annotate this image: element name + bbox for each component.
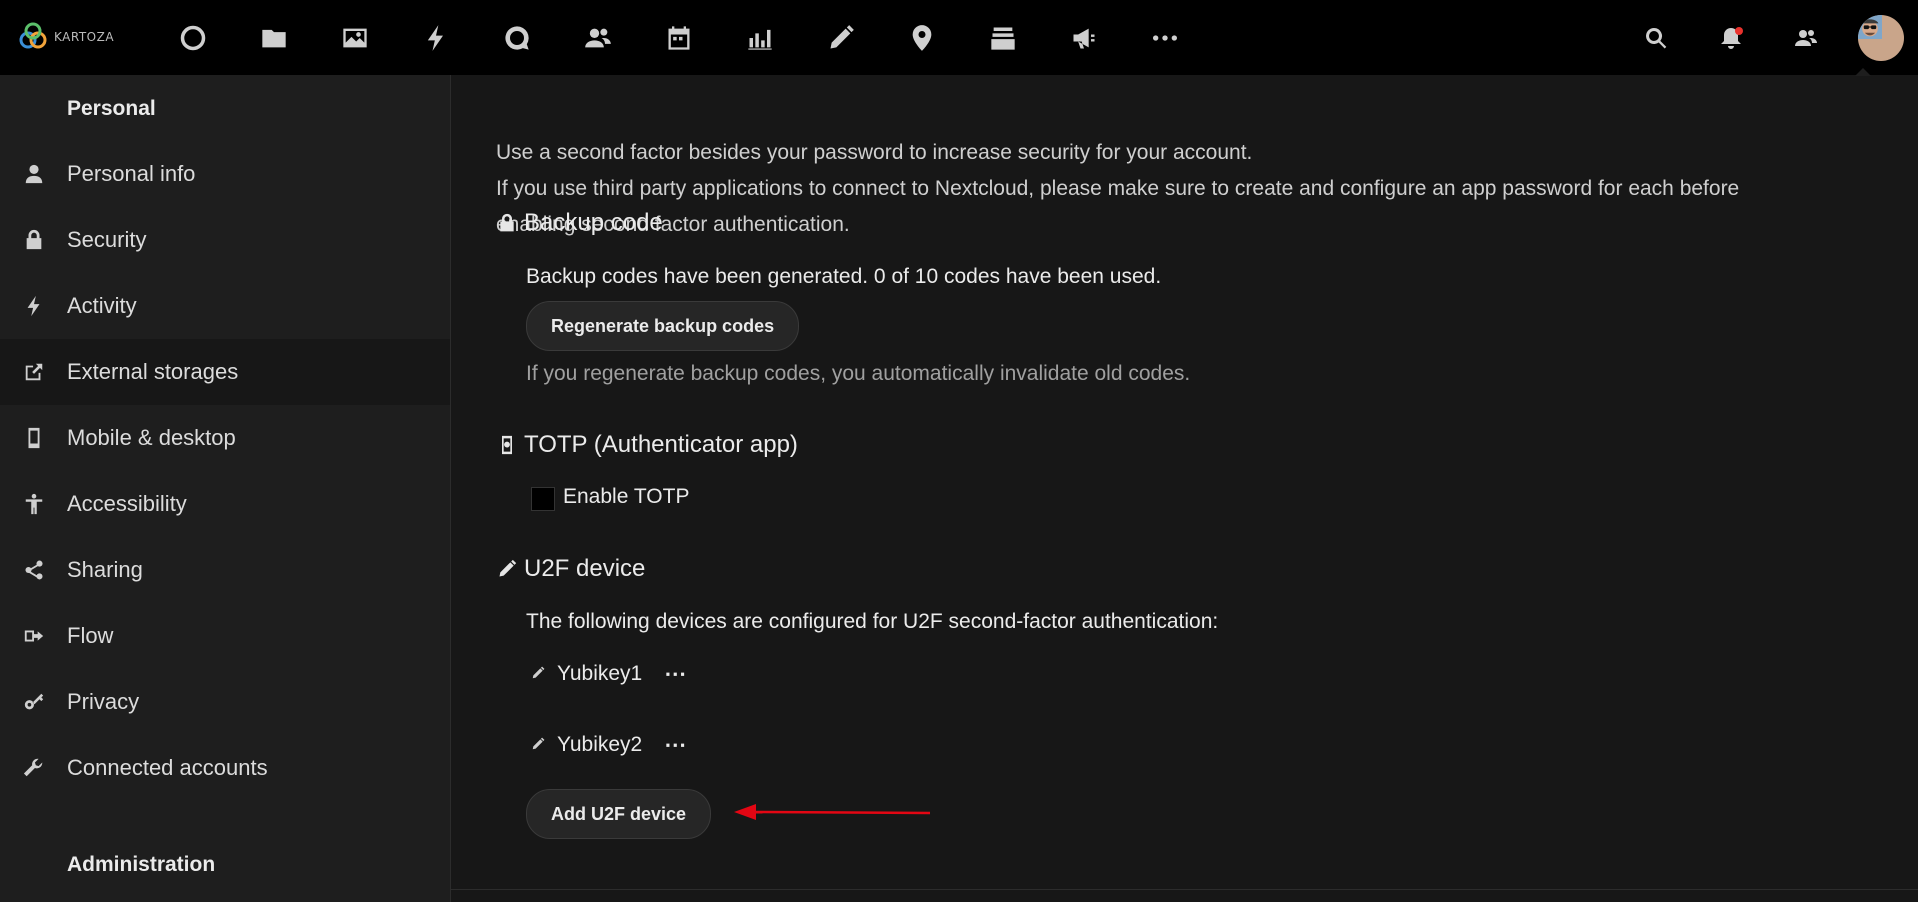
sidebar-item-accessibility[interactable]: Accessibility (0, 471, 450, 537)
logo[interactable]: KARTOZA (16, 20, 114, 54)
external-icon (22, 360, 46, 384)
sidebar-item-label: Sharing (67, 557, 143, 582)
maps-icon[interactable] (881, 0, 962, 75)
sidebar-item-label: Connected accounts (67, 755, 268, 780)
flow-icon (22, 624, 46, 648)
activity-icon (22, 294, 46, 318)
contacts-icon[interactable] (557, 0, 638, 75)
files-icon[interactable] (233, 0, 314, 75)
phone-icon (22, 426, 46, 450)
settings-sidebar: Personal Personal info Security Activity… (0, 75, 451, 902)
administration-heading: Administration (67, 853, 216, 876)
sidebar-item-activity[interactable]: Activity (0, 273, 450, 339)
totp-app-icon (496, 434, 518, 456)
intro-text-2: If you use third party applications to c… (496, 177, 1740, 200)
device-menu-button[interactable]: ⋯ (664, 661, 687, 687)
u2f-title: U2F device (496, 555, 645, 583)
user-icon (22, 162, 46, 186)
dashboard-icon[interactable] (152, 0, 233, 75)
device-name: Yubikey2 (557, 733, 643, 756)
totp-title-text: TOTP (Authenticator app) (524, 431, 798, 458)
sidebar-item-external-storages[interactable]: External storages (0, 339, 450, 405)
sidebar-item-sharing[interactable]: Sharing (0, 537, 450, 603)
activity-icon[interactable] (395, 0, 476, 75)
key-icon (22, 690, 46, 714)
regenerate-backup-codes-button[interactable]: Regenerate backup codes (526, 301, 800, 351)
sidebar-item-label: Security (67, 227, 147, 252)
notifications-icon[interactable] (1693, 0, 1768, 75)
device-name: Yubikey1 (557, 662, 643, 685)
avatar (1857, 14, 1904, 61)
sidebar-item-flow[interactable]: Flow (0, 603, 450, 669)
lock-icon (496, 212, 518, 234)
kartoza-logo-icon (19, 22, 47, 49)
share-icon (22, 558, 46, 582)
sidebar-item-label: Accessibility (67, 491, 187, 516)
avatar-button[interactable] (1843, 0, 1918, 75)
enable-totp-label[interactable]: Enable TOTP (563, 485, 689, 509)
intro-text-1: Use a second factor besides your passwor… (496, 141, 1253, 164)
u2f-title-text: U2F device (524, 555, 646, 582)
add-u2f-device-button[interactable]: Add U2F device (526, 789, 712, 839)
sidebar-item-label: Privacy (67, 689, 140, 714)
device-menu-button[interactable]: ⋯ (664, 732, 687, 758)
lock-icon (22, 228, 46, 252)
calendar-icon[interactable] (638, 0, 719, 75)
photos-icon[interactable] (314, 0, 395, 75)
usb-key-icon (496, 558, 518, 580)
totp-title: TOTP (Authenticator app) (496, 431, 798, 459)
search-icon[interactable] (1618, 0, 1693, 75)
header-right (1618, 0, 1918, 75)
top-bar: KARTOZA (0, 0, 1918, 75)
usb-key-icon (531, 662, 557, 686)
sidebar-item-security[interactable]: Security (0, 207, 450, 273)
sidebar-item-mobile-desktop[interactable]: Mobile & desktop (0, 405, 450, 471)
annotation-arrow (734, 804, 931, 820)
u2f-description: The following devices are configured for… (526, 610, 1219, 633)
enable-totp-checkbox[interactable] (531, 487, 555, 511)
sidebar-item-label: Activity (67, 293, 137, 318)
usb-key-icon (531, 733, 557, 757)
backup-hint: If you regenerate backup codes, you auto… (526, 362, 1191, 385)
accessibility-icon (22, 492, 46, 516)
analytics-icon[interactable] (719, 0, 800, 75)
logo-text: KARTOZA (54, 30, 115, 44)
sidebar-item-connected-accounts[interactable]: Connected accounts (0, 735, 450, 801)
talk-icon[interactable] (476, 0, 557, 75)
backup-code-title-text: Backup code (524, 209, 663, 236)
backup-code-title: Backup code (496, 209, 663, 237)
sidebar-item-label: Flow (67, 623, 114, 648)
sidebar-item-label: Mobile & desktop (67, 425, 236, 450)
personal-heading: Personal (67, 97, 156, 120)
security-content: Use a second factor besides your passwor… (451, 75, 1918, 902)
u2f-device-row: Yubikey2 ⋯ (531, 732, 687, 758)
deck-icon[interactable] (962, 0, 1043, 75)
more-apps-icon[interactable] (1124, 0, 1205, 75)
backup-status: Backup codes have been generated. 0 of 1… (526, 265, 1162, 288)
announcements-icon[interactable] (1043, 0, 1124, 75)
sidebar-item-personal-info[interactable]: Personal info (0, 141, 450, 207)
app-menu (152, 0, 1205, 75)
wrench-icon (22, 756, 46, 780)
sidebar-item-label: External storages (67, 359, 239, 384)
u2f-device-row: Yubikey1 ⋯ (531, 661, 687, 687)
sidebar-item-label: Personal info (67, 161, 196, 186)
notes-icon[interactable] (800, 0, 881, 75)
contacts-menu-icon[interactable] (1768, 0, 1843, 75)
sidebar-item-privacy[interactable]: Privacy (0, 669, 450, 735)
content-divider (451, 889, 1918, 890)
notification-dot (1735, 27, 1743, 35)
